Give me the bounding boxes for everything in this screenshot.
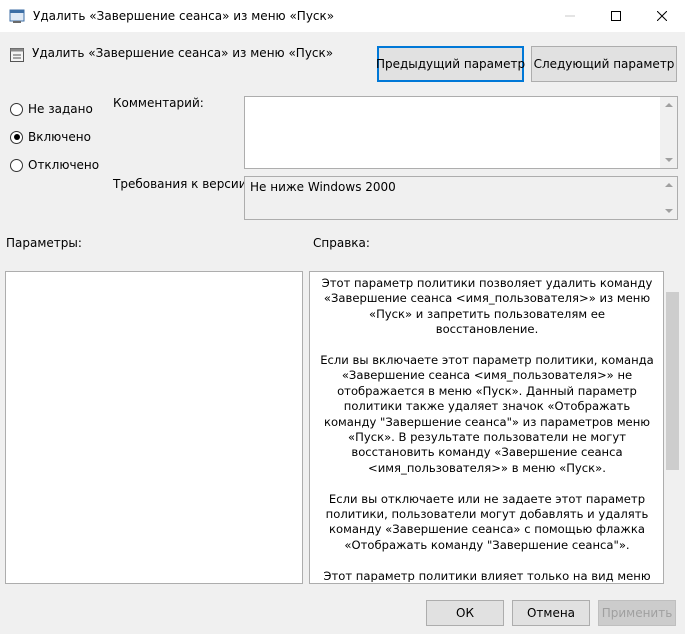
- help-section-label: Справка:: [313, 236, 370, 250]
- help-text: Этот параметр политики позволяет удалить…: [316, 276, 658, 582]
- help-paragraph: Этот параметр политики позволяет удалить…: [321, 276, 653, 337]
- comment-scrollbar[interactable]: [660, 97, 677, 168]
- help-paragraph: Если вы включаете этот параметр политики…: [320, 353, 654, 475]
- radio-not-configured[interactable]: Не задано: [10, 101, 93, 117]
- help-paragraph: Этот параметр политики влияет только на …: [323, 568, 651, 582]
- maximize-icon: [611, 11, 621, 21]
- policy-window-icon: [9, 9, 25, 23]
- radio-circle[interactable]: [10, 102, 23, 116]
- maximize-button[interactable]: [593, 0, 639, 32]
- radio-circle[interactable]: [10, 158, 23, 172]
- close-button[interactable]: [639, 0, 685, 32]
- options-panel: [5, 271, 303, 584]
- title-bar: Удалить «Завершение сеанса» из меню «Пус…: [0, 0, 685, 32]
- requirements-value: Не ниже Windows 2000: [250, 180, 396, 194]
- close-icon: [657, 11, 667, 21]
- radio-label: Включено: [28, 130, 91, 144]
- comment-textarea[interactable]: [244, 96, 678, 169]
- ok-button[interactable]: ОК: [426, 600, 504, 626]
- radio-label: Не задано: [28, 102, 93, 116]
- minimize-button[interactable]: [547, 0, 593, 32]
- policy-title: Удалить «Завершение сеанса» из меню «Пус…: [32, 46, 334, 60]
- minimize-icon: [565, 15, 575, 17]
- comment-label: Комментарий:: [113, 96, 204, 110]
- policy-setting-icon: [10, 48, 24, 62]
- requirements-label: Требования к версии:: [113, 177, 251, 191]
- window-title: Удалить «Завершение сеанса» из меню «Пус…: [33, 9, 335, 23]
- radio-disabled[interactable]: Отключено: [10, 157, 99, 173]
- help-paragraph: Если вы отключаете или не задаете этот п…: [325, 491, 649, 552]
- previous-setting-button[interactable]: Предыдущий параметр: [376, 46, 525, 82]
- scrollbar-thumb[interactable]: [666, 292, 679, 470]
- next-setting-button[interactable]: Следующий параметр: [531, 46, 677, 82]
- scroll-up-icon[interactable]: [665, 183, 673, 187]
- radio-circle-checked[interactable]: [10, 130, 23, 144]
- scroll-up-icon[interactable]: [665, 103, 673, 107]
- radio-label: Отключено: [28, 158, 100, 172]
- requirements-scrollbar[interactable]: [660, 177, 677, 219]
- cancel-button[interactable]: Отмена: [512, 600, 590, 626]
- scroll-down-icon[interactable]: [665, 209, 673, 213]
- help-scrollbar[interactable]: [664, 272, 681, 585]
- scroll-down-icon[interactable]: [665, 158, 673, 162]
- options-section-label: Параметры:: [6, 236, 82, 250]
- requirements-field: Не ниже Windows 2000: [244, 176, 678, 220]
- radio-enabled[interactable]: Включено: [10, 129, 91, 145]
- apply-button[interactable]: Применить: [598, 600, 676, 626]
